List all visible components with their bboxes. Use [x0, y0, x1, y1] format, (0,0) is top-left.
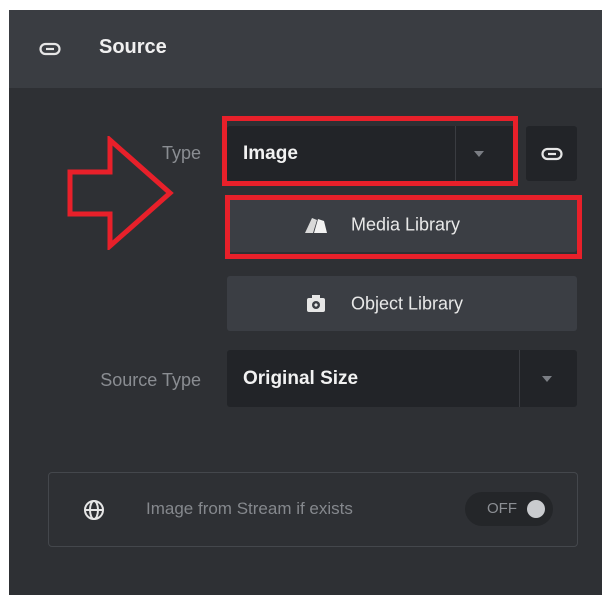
toggle-state-text: OFF — [487, 500, 517, 517]
source-type-select-value: Original Size — [243, 367, 359, 389]
select-divider — [519, 350, 520, 407]
source-panel: Source Type Image Media Library Object L… — [9, 10, 602, 595]
object-library-icon — [307, 294, 325, 312]
link-toggle-button[interactable] — [526, 126, 577, 181]
stream-option-label: Image from Stream if exists — [146, 499, 353, 518]
object-library-button[interactable]: Object Library — [227, 276, 577, 331]
annotation-arrow-icon — [67, 136, 174, 250]
annotation-highlight-media — [225, 195, 582, 259]
object-library-label: Object Library — [351, 293, 464, 313]
panel-header[interactable]: Source — [9, 10, 602, 88]
stream-option-row: Image from Stream if exists OFF — [48, 472, 578, 547]
link-icon — [39, 42, 61, 56]
panel-title: Source — [99, 36, 167, 58]
source-type-select[interactable]: Original Size — [227, 350, 577, 407]
globe-icon — [84, 500, 104, 520]
annotation-highlight-type — [222, 116, 518, 186]
link-icon — [541, 147, 563, 161]
stream-toggle[interactable]: OFF — [465, 492, 553, 526]
chevron-down-icon — [542, 375, 552, 382]
source-type-label: Source Type — [100, 370, 201, 390]
toggle-knob — [527, 500, 545, 518]
